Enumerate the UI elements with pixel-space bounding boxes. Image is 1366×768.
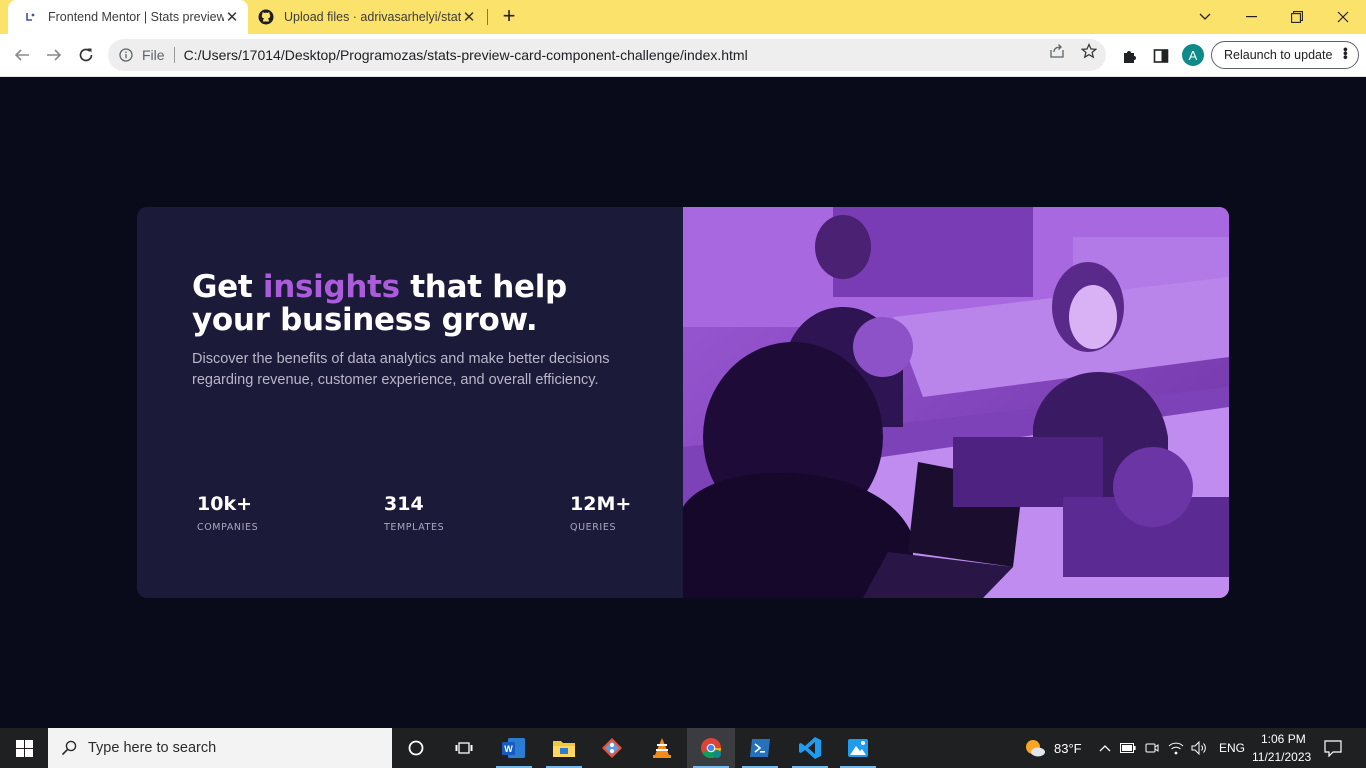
vlc-icon[interactable] [638,728,686,768]
windows-start-icon[interactable] [0,728,48,768]
address-bar[interactable]: File C:/Users/17014/Desktop/Programozas/… [108,39,1106,71]
card-heading: Get insights that help your business gro… [192,269,567,338]
share-icon[interactable] [1048,42,1066,60]
bookmark-star-icon[interactable] [1080,42,1098,60]
relaunch-label: Relaunch to update [1224,48,1333,62]
site-info-icon[interactable] [118,47,134,63]
tab-divider [487,9,488,25]
tab-title: Frontend Mentor | Stats preview card com… [48,10,224,24]
meet-now-icon[interactable] [1144,740,1160,756]
tab-title: Upload files · adrivasarhelyi/stats-prev… [284,10,461,24]
scheme-label: File [142,47,165,63]
stat-label: QUERIES [570,522,617,533]
git-icon[interactable] [588,728,636,768]
photos-icon[interactable] [834,728,882,768]
url-text[interactable]: C:/Users/17014/Desktop/Programozas/stats… [184,47,748,63]
stat-value: 314 [384,493,424,515]
github-icon [258,9,274,25]
tab-frontend-mentor[interactable]: Frontend Mentor | Stats preview card com… [8,0,248,34]
powershell-icon[interactable] [736,728,784,768]
reload-button[interactable] [73,42,99,68]
card-description: Discover the benefits of data analytics … [192,351,610,388]
vscode-icon[interactable] [786,728,834,768]
stats-preview-card: Get insights that help your business gro… [137,207,1229,598]
stat-label: TEMPLATES [384,522,445,533]
svg-text:W: W [504,744,513,754]
taskbar-search-box[interactable]: Type here to search [48,728,392,768]
battery-icon[interactable] [1120,740,1136,756]
side-panel-icon[interactable] [1151,46,1171,66]
back-button[interactable] [9,42,35,68]
browser-toolbar: File C:/Users/17014/Desktop/Programozas/… [0,34,1366,77]
close-tab-icon[interactable]: ✕ [224,9,240,26]
address-divider [173,47,175,63]
search-placeholder: Type here to search [88,740,217,756]
stat-templates: 314 TEMPLATES [384,493,444,533]
search-icon [60,739,78,757]
stat-value: 12M+ [570,493,632,515]
input-language[interactable]: ENG [1219,741,1245,755]
new-tab-button[interactable]: + [499,3,519,28]
relaunch-button[interactable]: Relaunch to update ••• [1211,41,1359,69]
heading-accent: insights [262,269,400,305]
frontend-mentor-icon [22,9,38,25]
more-menu-icon[interactable]: ••• [1338,47,1354,59]
file-explorer-icon[interactable] [540,728,588,768]
tab-search-chevron-icon[interactable] [1182,0,1228,34]
notifications-icon[interactable] [1324,739,1342,757]
weather-temperature[interactable]: 83°F [1054,741,1082,756]
stat-queries: 12M+ QUERIES [570,493,631,533]
minimize-button[interactable] [1228,0,1274,34]
close-window-button[interactable] [1320,0,1366,34]
cortana-icon[interactable] [392,728,440,768]
page-viewport: Get insights that help your business gro… [0,77,1366,728]
wifi-icon[interactable] [1168,740,1184,756]
clock-date[interactable]: 11/21/2023 [1252,750,1311,764]
windows-taskbar: Type here to search W 83°F ENG 1:06 PM 1… [0,728,1366,768]
show-hidden-icons-chevron-icon[interactable] [1097,740,1113,756]
office-team-image [683,207,1229,598]
close-tab-icon[interactable]: ✕ [461,9,477,26]
profile-avatar[interactable]: A [1182,44,1204,66]
word-icon[interactable]: W [490,728,538,768]
task-view-icon[interactable] [440,728,488,768]
stat-value: 10k+ [197,493,252,515]
clock-time[interactable]: 1:06 PM [1261,732,1306,746]
stat-companies: 10k+ COMPANIES [197,493,258,533]
weather-icon[interactable] [1024,738,1046,758]
extensions-puzzle-icon[interactable] [1119,46,1139,66]
forward-button[interactable] [41,42,67,68]
volume-icon[interactable] [1191,740,1207,756]
browser-title-bar: Frontend Mentor | Stats preview card com… [0,0,1366,34]
tab-github-upload[interactable]: Upload files · adrivasarhelyi/stats-prev… [250,0,485,34]
stat-label: COMPANIES [197,522,259,533]
restore-button[interactable] [1274,0,1320,34]
chrome-icon[interactable] [687,728,735,768]
